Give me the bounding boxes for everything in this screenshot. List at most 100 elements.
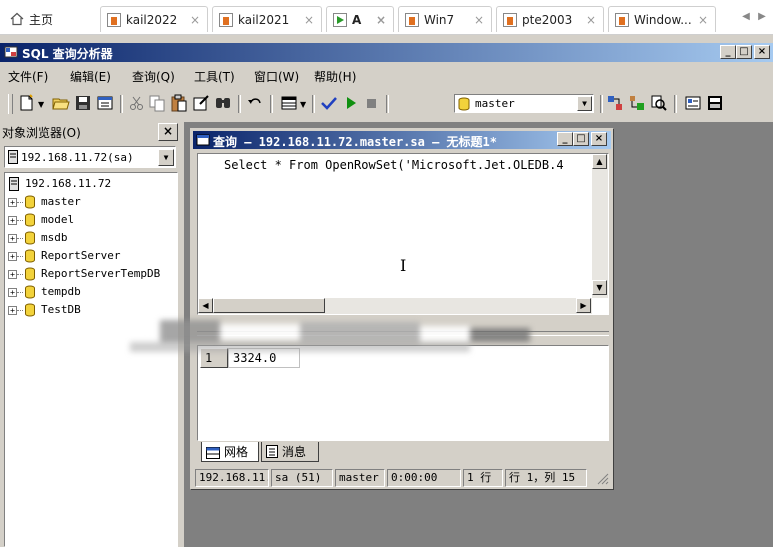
minimize-button[interactable]: _ [557, 132, 573, 146]
toolbar-separator [600, 95, 603, 113]
current-connection-properties-icon[interactable] [684, 94, 702, 112]
save-icon[interactable] [74, 94, 92, 112]
menu-edit[interactable]: 编辑(E) [70, 68, 111, 85]
scroll-up-button[interactable]: ▲ [592, 154, 607, 169]
maximize-button[interactable]: □ [736, 45, 752, 59]
server-icon [9, 177, 19, 197]
load-script-icon[interactable] [96, 94, 114, 112]
database-icon [25, 231, 35, 245]
toolbar-separator [674, 95, 677, 113]
close-icon[interactable]: × [375, 13, 387, 27]
paste-icon[interactable] [170, 94, 188, 112]
tab-kail2021[interactable]: kail2021 × [212, 6, 322, 32]
execute-icon[interactable] [342, 94, 360, 112]
object-browser-title: 对象浏览器(O) [2, 126, 81, 140]
menu-file[interactable]: 文件(F) [8, 68, 48, 85]
tree-node-label: TestDB [41, 303, 81, 316]
expand-icon[interactable]: + [8, 216, 17, 225]
vm-icon [219, 12, 233, 27]
host-tab-strip: 主页 × kail2022 × kail2021 × A × Win7 × pt… [0, 0, 773, 35]
open-folder-icon[interactable] [52, 94, 70, 112]
tree-node-label: msdb [41, 231, 68, 244]
app-title: SQL 查询分析器 [22, 47, 113, 61]
expand-icon[interactable]: + [8, 198, 17, 207]
database-icon [25, 303, 35, 317]
scroll-left-button[interactable]: ◀ [198, 298, 213, 313]
close-icon[interactable]: × [189, 13, 201, 27]
stop-icon[interactable] [362, 94, 380, 112]
tree-connector [17, 202, 23, 203]
database-select[interactable]: master ▼ [454, 94, 594, 113]
cut-icon[interactable] [128, 94, 146, 112]
tab-a[interactable]: A × [326, 6, 394, 32]
object-search-icon[interactable] [650, 94, 668, 112]
estimated-plan-icon[interactable] [606, 94, 624, 112]
scroll-right-button[interactable]: ▶ [576, 298, 591, 313]
tab-win7[interactable]: Win7 × [398, 6, 492, 32]
expand-icon[interactable]: + [8, 270, 17, 279]
expand-icon[interactable]: + [8, 288, 17, 297]
copy-icon[interactable] [148, 94, 166, 112]
scroll-thumb[interactable] [213, 298, 325, 313]
menu-query[interactable]: 查询(Q) [132, 68, 175, 85]
menu-tools[interactable]: 工具(T) [194, 68, 235, 85]
insert-template-icon[interactable] [192, 94, 210, 112]
status-cursor-position: 行 1，列 15 [505, 469, 587, 487]
menu-help[interactable]: 帮助(H) [314, 68, 356, 85]
parse-check-icon[interactable] [320, 94, 338, 112]
chevron-down-icon[interactable]: ▼ [38, 100, 44, 109]
resize-grip-icon[interactable] [595, 471, 609, 488]
close-icon[interactable]: × [585, 13, 597, 27]
tree-connector [17, 310, 23, 311]
grid-icon [206, 446, 220, 459]
toolbar: ▼ ▼ master ▼ [0, 88, 773, 120]
database-icon [25, 267, 35, 281]
database-icon [25, 213, 35, 227]
close-icon[interactable]: × [697, 13, 709, 27]
scroll-down-button[interactable]: ▼ [592, 280, 607, 295]
tree-node-label: model [41, 213, 75, 226]
close-button[interactable]: × [158, 123, 178, 141]
tab-windows[interactable]: Window... × [608, 6, 716, 32]
query-window-title-bar: 查询 — 192.168.11.72.master.sa — 无标题1* _ □… [193, 131, 611, 149]
scroll-right-icon[interactable]: ▶ [756, 10, 768, 24]
find-icon[interactable] [214, 94, 232, 112]
database-icon [25, 195, 35, 209]
query-analyzer-icon [4, 45, 18, 59]
minimize-button[interactable]: _ [720, 45, 736, 59]
tree-node-label: tempdb [41, 285, 81, 298]
tab-label: pte2003 [522, 12, 573, 27]
tree-connector [17, 220, 23, 221]
close-icon[interactable]: × [303, 13, 315, 27]
server-select[interactable]: 192.168.11.72(sa) ▼ [4, 146, 176, 168]
redacted-region [90, 314, 550, 362]
messages-icon [266, 445, 278, 458]
chevron-down-icon[interactable]: ▼ [158, 149, 174, 166]
tab-pte2003[interactable]: pte2003 × [496, 6, 604, 32]
sql-editor[interactable]: Select * From OpenRowSet('Microsoft.Jet.… [197, 153, 609, 315]
tree-connector [17, 256, 23, 257]
vertical-scrollbar[interactable]: ▲ ▼ [592, 154, 608, 298]
new-query-icon[interactable] [18, 94, 36, 112]
horizontal-scrollbar[interactable]: ◀ ▶ [198, 298, 592, 314]
expand-icon[interactable]: + [8, 252, 17, 261]
maximize-button[interactable]: □ [573, 132, 589, 146]
chevron-down-icon[interactable]: ▼ [577, 96, 592, 111]
tab-kail2022[interactable]: kail2022 × [100, 6, 208, 32]
results-mode-icon[interactable] [280, 94, 298, 112]
menu-bar: 文件(F) 编辑(E) 查询(Q) 工具(T) 窗口(W) 帮助(H) [0, 66, 773, 86]
chevron-down-icon[interactable]: ▼ [300, 100, 306, 109]
expand-icon[interactable]: + [8, 306, 17, 315]
undo-icon[interactable] [246, 94, 264, 112]
scroll-left-icon[interactable]: ◀ [740, 10, 752, 24]
object-browser-icon[interactable] [628, 94, 646, 112]
tab-grid[interactable]: 网格 [201, 442, 259, 462]
show-results-pane-icon[interactable] [706, 94, 724, 112]
close-button[interactable]: × [591, 132, 607, 146]
close-button[interactable]: × [754, 45, 770, 59]
expand-icon[interactable]: + [8, 234, 17, 243]
menu-window[interactable]: 窗口(W) [254, 68, 299, 85]
close-icon[interactable]: × [473, 13, 485, 27]
tab-messages[interactable]: 消息 [261, 442, 319, 462]
toolbar-separator [238, 95, 241, 113]
